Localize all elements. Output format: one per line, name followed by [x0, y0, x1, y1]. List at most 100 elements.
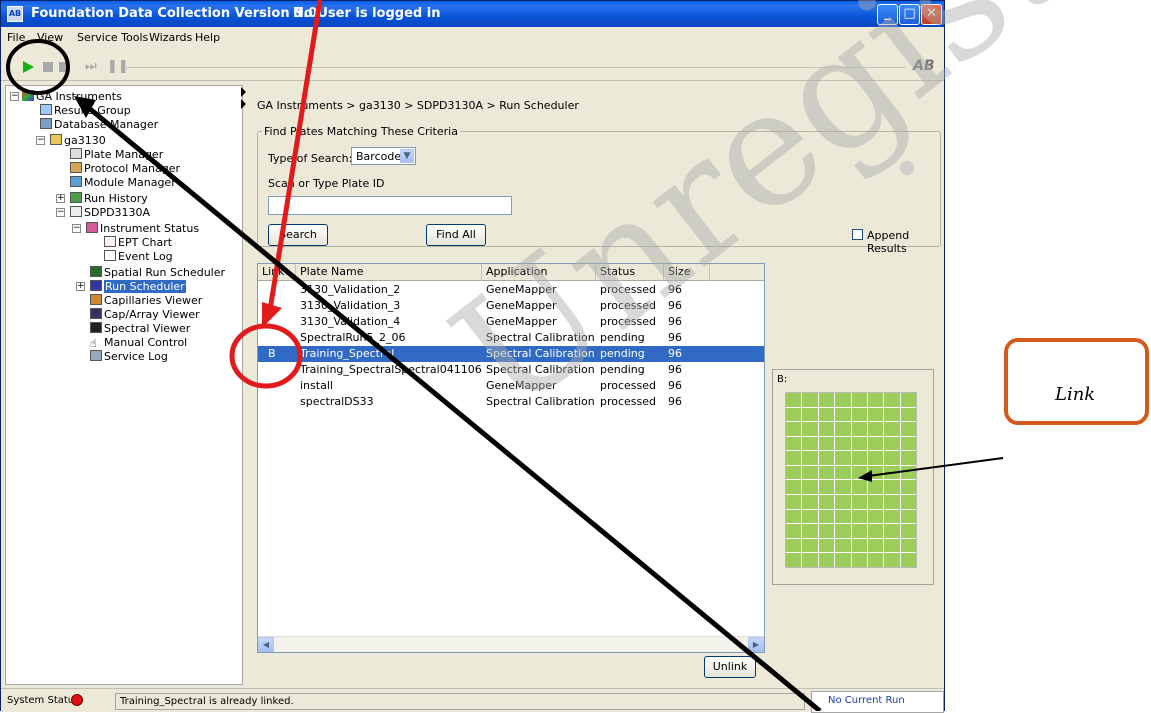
- plate-well[interactable]: [884, 509, 900, 524]
- plate-well[interactable]: [818, 480, 835, 495]
- collapse-icon[interactable]: −: [72, 224, 81, 233]
- plate-well[interactable]: [835, 538, 851, 553]
- plate-well[interactable]: [802, 393, 818, 407]
- table-row-selected[interactable]: B Training_Spectral Spectral Calibration…: [258, 346, 764, 362]
- plate-well[interactable]: [818, 495, 835, 509]
- menu-help[interactable]: Help: [195, 31, 220, 44]
- plate-well[interactable]: [900, 524, 916, 538]
- plate-well[interactable]: [802, 538, 818, 553]
- stop-icon[interactable]: [43, 62, 53, 72]
- plate-well[interactable]: [884, 553, 900, 567]
- tree-database-manager[interactable]: Database Manager: [40, 118, 158, 131]
- plate-well[interactable]: [835, 407, 851, 422]
- plate-well[interactable]: [802, 509, 818, 524]
- plate-well[interactable]: [786, 407, 802, 422]
- append-results-checkbox[interactable]: [852, 229, 863, 240]
- plate-well[interactable]: [851, 480, 867, 495]
- scroll-right-icon[interactable]: ▶: [748, 637, 764, 652]
- plate-well[interactable]: [835, 422, 851, 436]
- tree-spectral-viewer[interactable]: Spectral Viewer: [90, 322, 190, 335]
- plate-well[interactable]: [867, 422, 884, 436]
- tree-event-log[interactable]: Event Log: [104, 250, 173, 263]
- plate-well[interactable]: [851, 436, 867, 451]
- plate-well[interactable]: [851, 538, 867, 553]
- collapse-icon[interactable]: −: [36, 136, 45, 145]
- table-row[interactable]: install GeneMapper processed 96: [258, 378, 764, 394]
- plate-well[interactable]: [884, 436, 900, 451]
- plate-well[interactable]: [900, 495, 916, 509]
- column-header-link[interactable]: Link: [258, 264, 296, 281]
- tree-cap-array-viewer[interactable]: Cap/Array Viewer: [90, 308, 200, 321]
- plate-well[interactable]: [884, 393, 900, 407]
- plate-well[interactable]: [900, 465, 916, 480]
- find-all-button[interactable]: Find All: [426, 224, 486, 246]
- plate-well[interactable]: [867, 495, 884, 509]
- plate-well[interactable]: [851, 524, 867, 538]
- plate-well[interactable]: [818, 538, 835, 553]
- tree-module-manager[interactable]: Module Manager: [70, 176, 176, 189]
- horizontal-scrollbar[interactable]: ◀ ▶: [258, 636, 764, 652]
- table-row[interactable]: spectralDS33 Spectral Calibration proces…: [258, 394, 764, 410]
- plate-well[interactable]: [867, 509, 884, 524]
- plate-well[interactable]: [835, 480, 851, 495]
- tree-results-group[interactable]: Results Group: [40, 104, 131, 117]
- stop-run-icon[interactable]: [59, 62, 69, 72]
- plate-well[interactable]: [900, 509, 916, 524]
- plate-well[interactable]: [786, 509, 802, 524]
- plate-well[interactable]: [867, 465, 884, 480]
- plate-well[interactable]: [900, 480, 916, 495]
- plate-well[interactable]: [867, 451, 884, 465]
- expand-icon[interactable]: +: [56, 194, 65, 203]
- plate-well[interactable]: [851, 495, 867, 509]
- menu-file[interactable]: File: [7, 31, 25, 44]
- plate-well[interactable]: [802, 495, 818, 509]
- minimize-button[interactable]: _: [877, 4, 898, 25]
- plate-well[interactable]: [786, 553, 802, 567]
- tree-service-log[interactable]: Service Log: [90, 350, 168, 363]
- plate-well[interactable]: [802, 451, 818, 465]
- navigation-tree[interactable]: − GA Instruments Results Group Database …: [5, 85, 243, 685]
- table-row[interactable]: Training_SpectralSpectral041106 Spectral…: [258, 362, 764, 378]
- table-row[interactable]: SpectralRun5_2_06 Spectral Calibration p…: [258, 330, 764, 346]
- table-row[interactable]: 3130_Validation_4 GeneMapper processed 9…: [258, 314, 764, 330]
- plate-well[interactable]: [867, 407, 884, 422]
- plate-well[interactable]: [900, 407, 916, 422]
- chevron-down-icon[interactable]: ▼: [400, 149, 414, 163]
- plate-well[interactable]: [818, 509, 835, 524]
- plate-well[interactable]: [867, 480, 884, 495]
- tree-spatial-run-scheduler[interactable]: Spatial Run Scheduler: [90, 266, 225, 279]
- plate-well[interactable]: [851, 553, 867, 567]
- plate-well[interactable]: [802, 553, 818, 567]
- tree-instrument-status[interactable]: Instrument Status: [86, 222, 199, 235]
- plate-well[interactable]: [900, 553, 916, 567]
- plate-well[interactable]: [884, 480, 900, 495]
- plate-well[interactable]: [835, 451, 851, 465]
- tree-protocol-manager[interactable]: Protocol Manager: [70, 162, 180, 175]
- plate-well[interactable]: [802, 422, 818, 436]
- plate-well[interactable]: [851, 465, 867, 480]
- plate-well[interactable]: [900, 422, 916, 436]
- tree-capillaries-viewer[interactable]: Capillaries Viewer: [90, 294, 202, 307]
- scroll-left-icon[interactable]: ◀: [258, 637, 274, 652]
- plate-well[interactable]: [884, 465, 900, 480]
- plate-well[interactable]: [786, 393, 802, 407]
- menu-wizards[interactable]: Wizards: [149, 31, 192, 44]
- collapse-icon[interactable]: −: [56, 208, 65, 217]
- column-header-application[interactable]: Application: [482, 264, 596, 281]
- plate-well[interactable]: [884, 422, 900, 436]
- maximize-button[interactable]: □: [899, 4, 920, 25]
- plate-well[interactable]: [835, 509, 851, 524]
- plate-well[interactable]: [818, 393, 835, 407]
- unlink-button[interactable]: Unlink: [704, 656, 756, 678]
- plate-well[interactable]: [802, 436, 818, 451]
- tree-ept-chart[interactable]: EPT Chart: [104, 236, 172, 249]
- type-of-search-select[interactable]: Barcode ▼: [351, 147, 416, 165]
- plate-well[interactable]: [786, 451, 802, 465]
- expand-icon[interactable]: +: [76, 282, 85, 291]
- column-header-status[interactable]: Status: [596, 264, 664, 281]
- tree-run-scheduler[interactable]: Run Scheduler: [90, 280, 186, 293]
- plate-well[interactable]: [835, 553, 851, 567]
- skip-icon[interactable]: ⏭: [85, 59, 97, 74]
- menu-service-tools[interactable]: Service Tools: [77, 31, 148, 44]
- plate-well[interactable]: [900, 451, 916, 465]
